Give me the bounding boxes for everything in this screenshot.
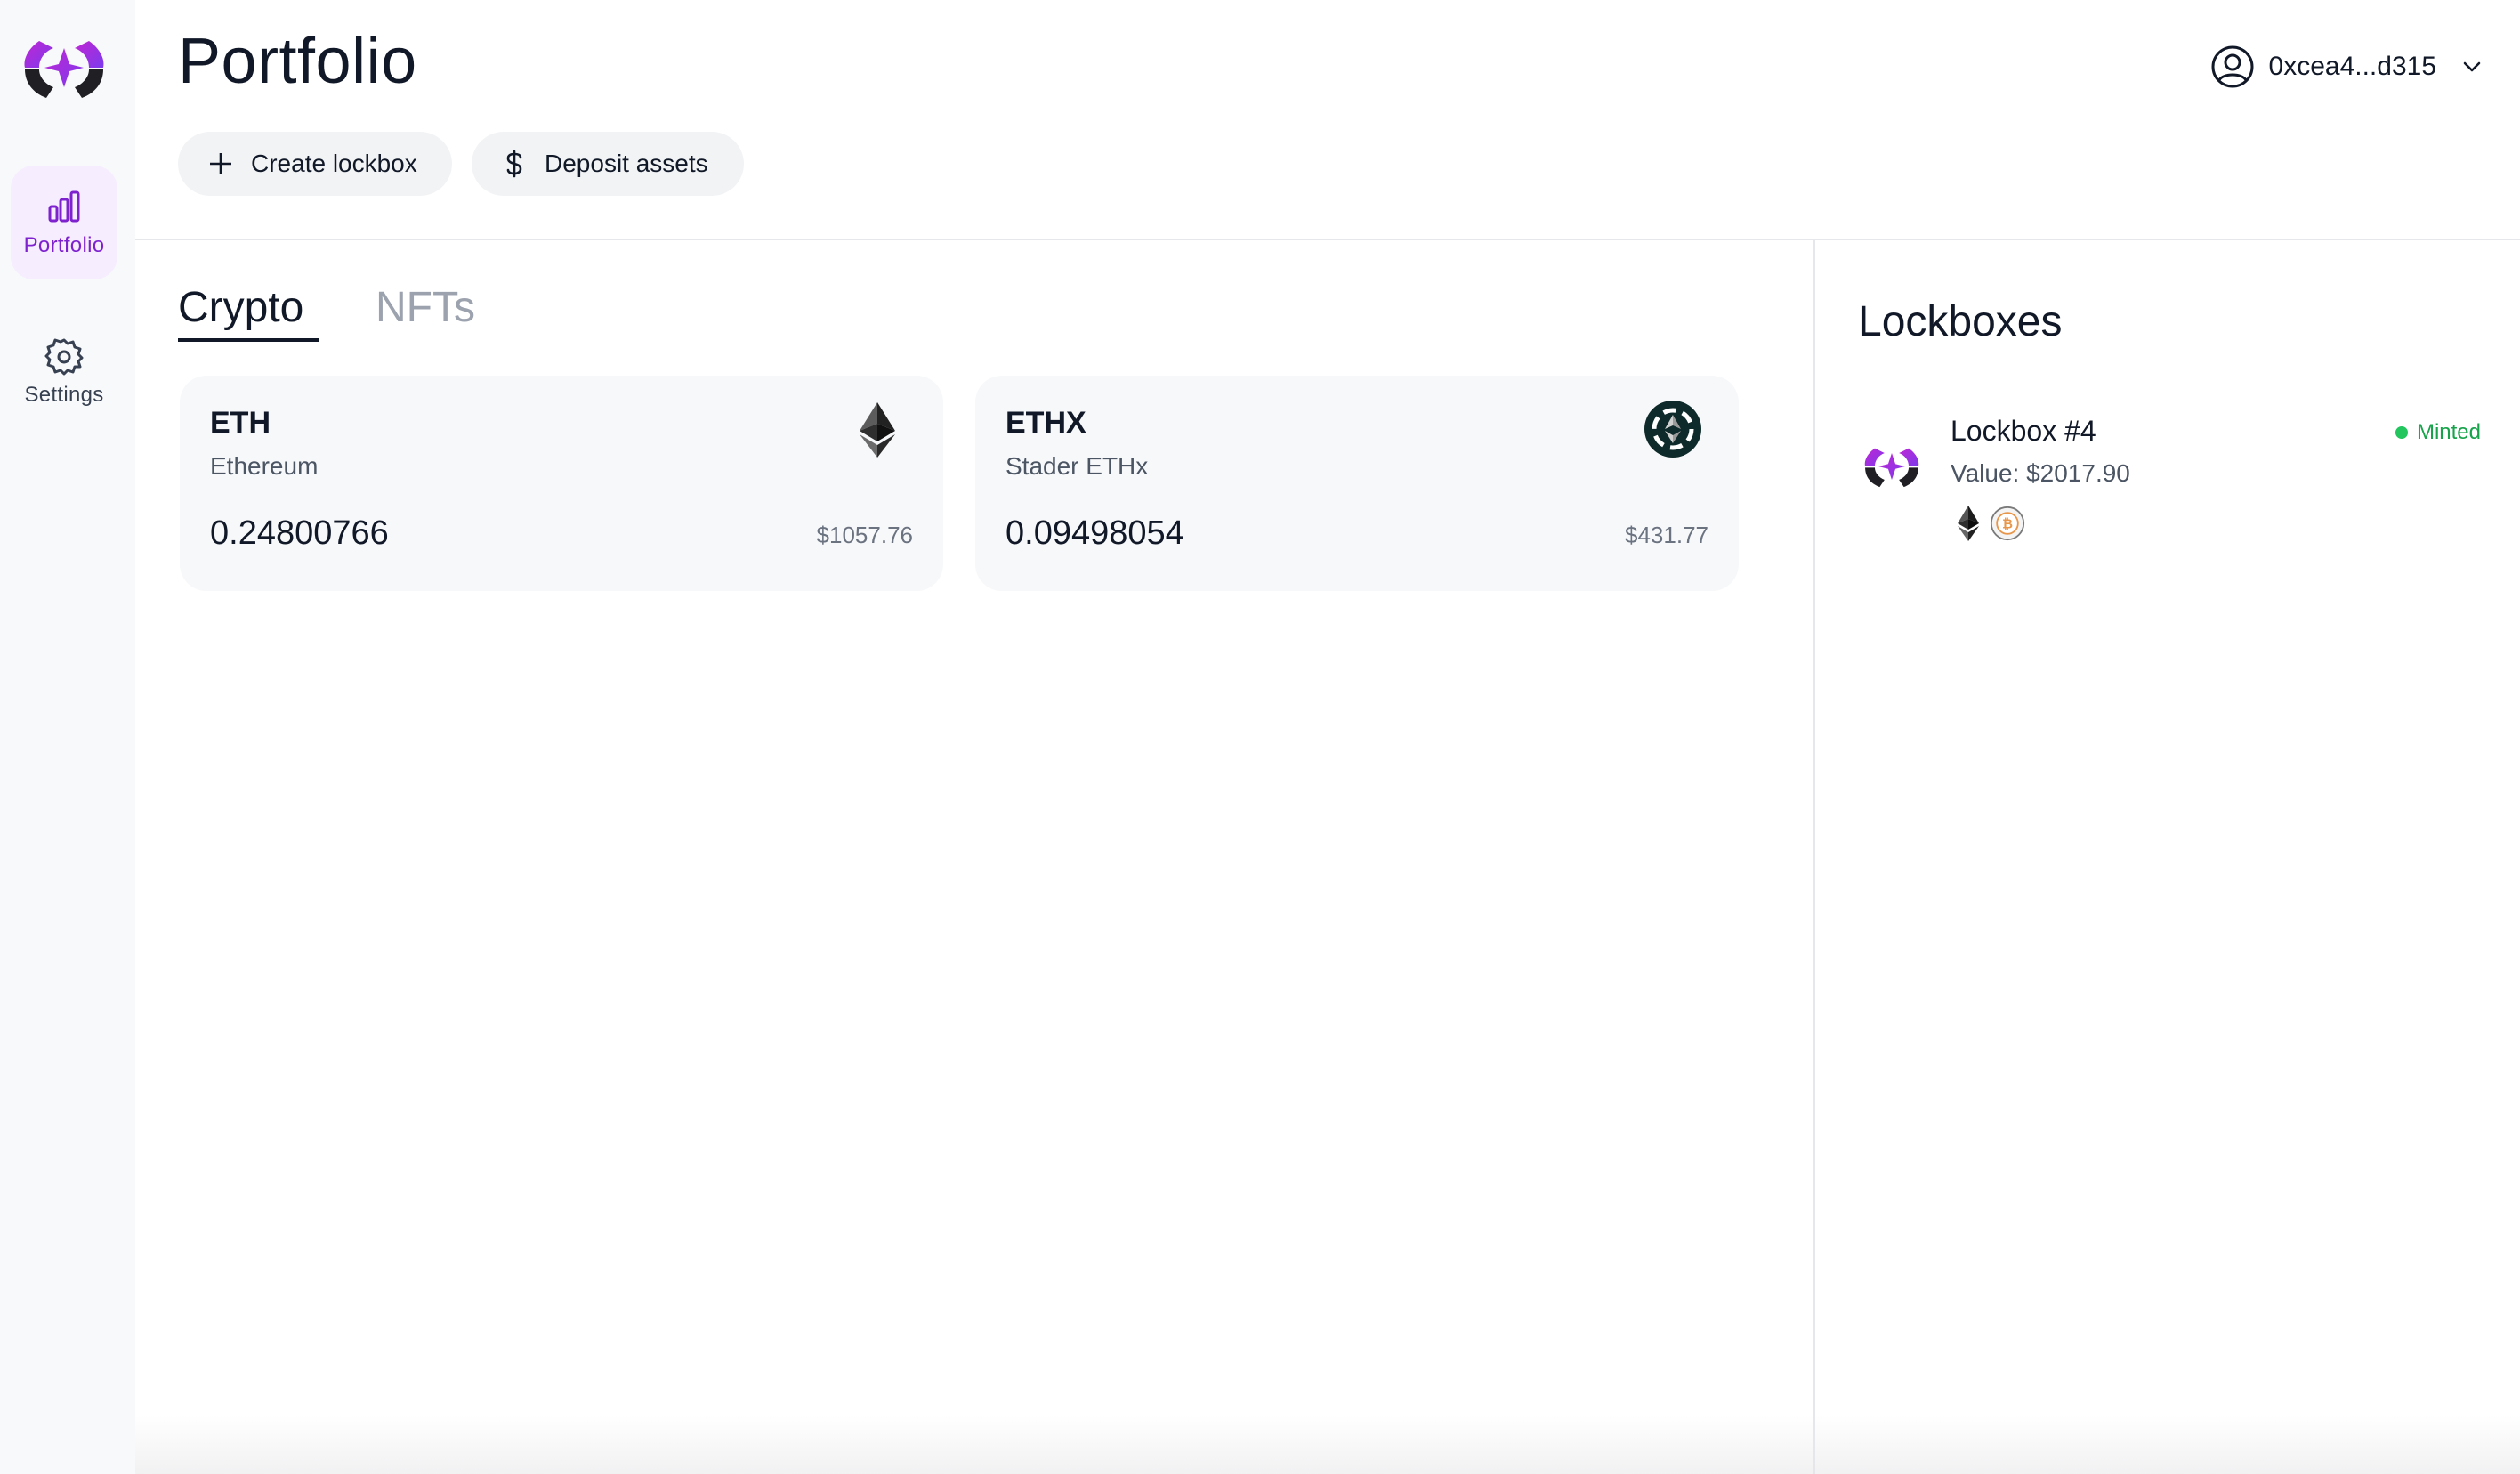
app-logo[interactable] xyxy=(20,32,109,103)
bar-chart-icon xyxy=(48,190,80,223)
deposit-assets-label: Deposit assets xyxy=(545,150,708,177)
asset-symbol: ETHX xyxy=(1006,406,1086,440)
lockbox-name: Lockbox #4 xyxy=(1951,415,2096,447)
ethereum-icon xyxy=(1958,506,1979,541)
sidebar-item-portfolio[interactable]: Portfolio xyxy=(11,166,117,279)
bitcoin-icon: ₿ xyxy=(1990,506,2025,541)
asset-card-eth[interactable]: ETH Ethereum 0.24800766 $1057.76 xyxy=(180,376,943,591)
ethx-icon xyxy=(1644,401,1701,458)
tab-nfts[interactable]: NFTs xyxy=(376,283,475,332)
svg-text:₿: ₿ xyxy=(2002,517,2013,531)
column-divider xyxy=(1813,240,1815,1474)
gear-icon xyxy=(44,338,84,376)
deposit-assets-button[interactable]: Deposit assets xyxy=(472,132,744,196)
sidebar: Portfolio Settings xyxy=(0,0,135,1474)
status-badge: Minted xyxy=(2395,420,2481,445)
status-dot xyxy=(2395,426,2408,439)
account-menu[interactable]: 0xcea4...d315 xyxy=(2210,41,2484,93)
asset-name: Ethereum xyxy=(210,452,319,480)
dollar-icon xyxy=(506,150,522,178)
lockbox-assets: ₿ xyxy=(1951,504,2025,543)
account-address: 0xcea4...d315 xyxy=(2268,52,2436,81)
chevron-down-icon xyxy=(2463,61,2481,72)
header-divider xyxy=(135,239,2520,240)
status-label: Minted xyxy=(2416,420,2481,444)
bottom-shade xyxy=(135,1415,2520,1474)
ethereum-icon xyxy=(860,402,895,458)
create-lockbox-label: Create lockbox xyxy=(251,150,417,177)
asset-value: $431.77 xyxy=(1625,522,1708,548)
asset-amount: 0.09498054 xyxy=(1006,514,1184,552)
app-root: Portfolio Settings Portfolio Create lock… xyxy=(0,0,2520,1474)
lockbox-item[interactable]: Lockbox #4 Value: $2017.90 ₿ Minted xyxy=(1858,409,2481,552)
page-title: Portfolio xyxy=(178,26,417,97)
asset-value: $1057.76 xyxy=(816,522,913,548)
asset-amount: 0.24800766 xyxy=(210,514,389,552)
asset-card-ethx[interactable]: ETHX Stader ETHx 0.09498054 $431.77 xyxy=(975,376,1739,591)
active-tab-indicator xyxy=(178,338,319,342)
lockbox-value: Value: $2017.90 xyxy=(1951,459,2130,487)
user-circle-icon xyxy=(2211,45,2254,88)
lockbox-logo-icon xyxy=(1864,448,1919,488)
asset-symbol: ETH xyxy=(210,406,271,440)
lockboxes-title: Lockboxes xyxy=(1858,298,2063,345)
sidebar-item-settings[interactable]: Settings xyxy=(11,315,117,429)
sidebar-item-label: Portfolio xyxy=(23,233,105,257)
sidebar-item-label: Settings xyxy=(24,383,104,407)
tab-crypto[interactable]: Crypto xyxy=(178,283,303,332)
asset-name: Stader ETHx xyxy=(1006,452,1149,480)
plus-icon xyxy=(210,153,231,174)
create-lockbox-button[interactable]: Create lockbox xyxy=(178,132,452,196)
